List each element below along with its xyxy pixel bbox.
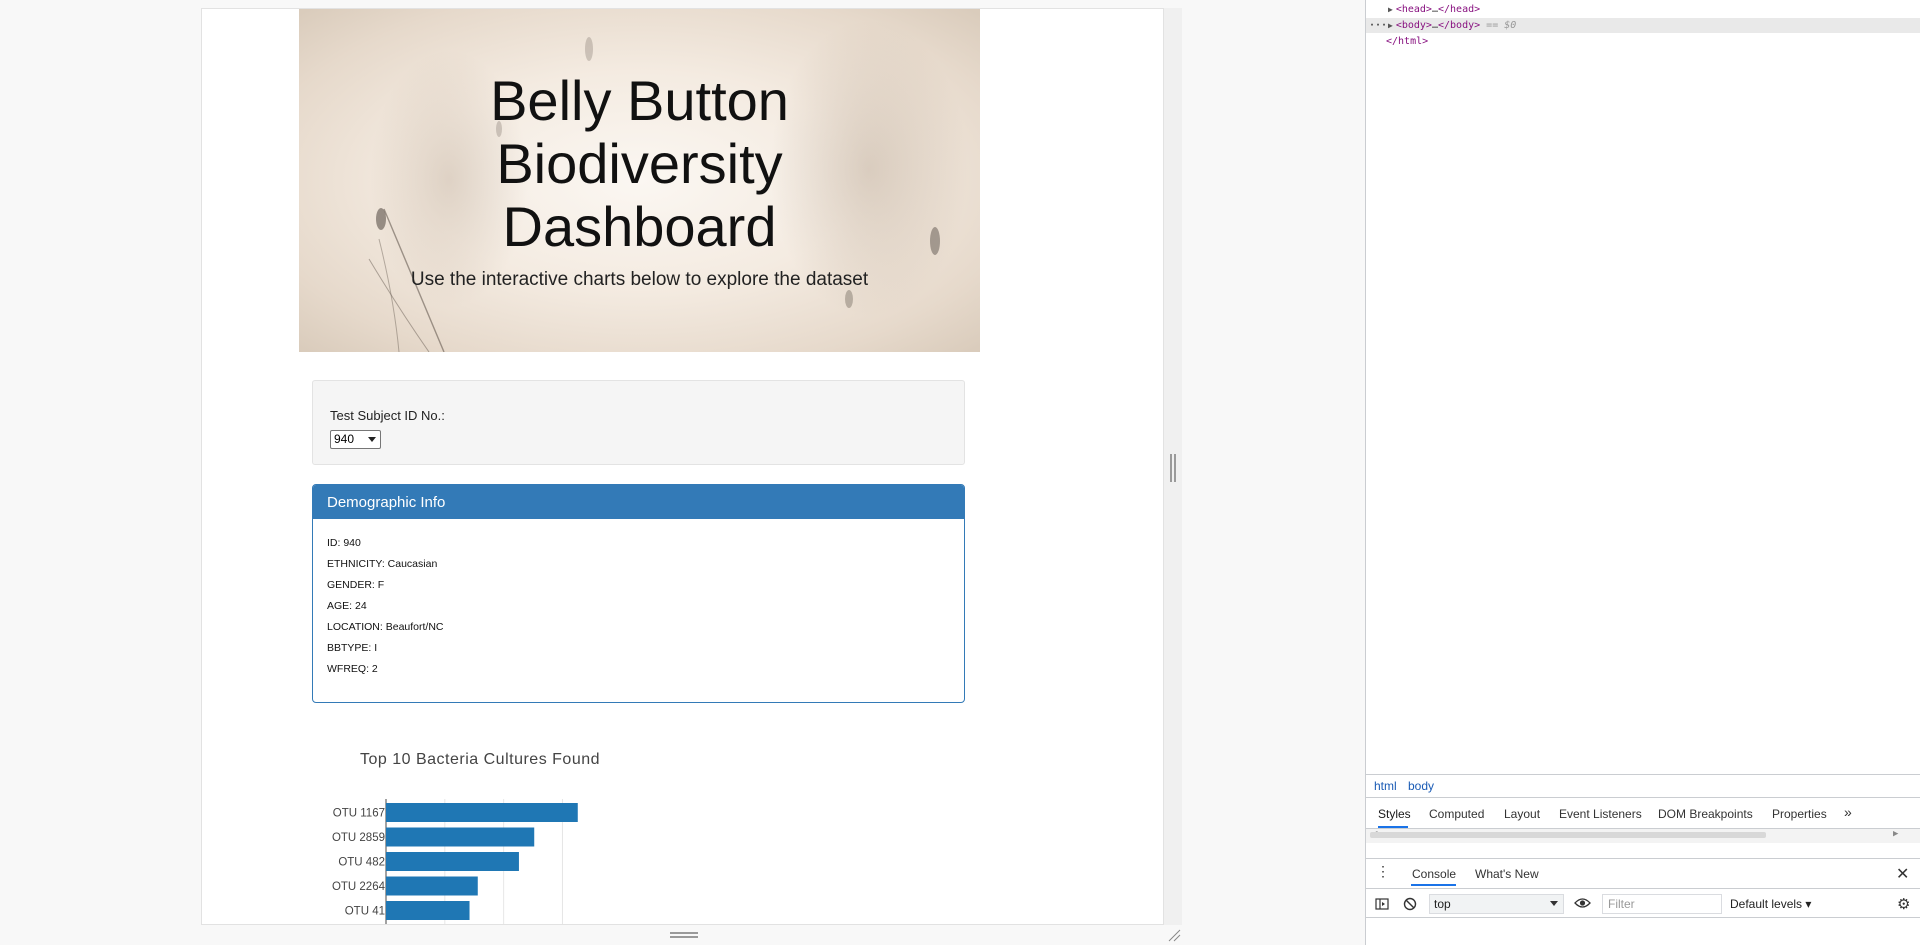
dom-tag-open: <body>: [1395, 20, 1432, 31]
scrollbar-thumb[interactable]: [1370, 832, 1766, 838]
subject-id-select[interactable]: 940: [330, 430, 381, 449]
demographic-row: ETHNICITY: Caucasian: [327, 558, 438, 570]
tab-console[interactable]: Console: [1412, 867, 1456, 881]
viewport-frame: Belly Button Biodiversity Dashboard Use …: [201, 8, 1164, 925]
demographic-panel-heading: Demographic Info: [313, 485, 964, 519]
dom-tag-open: <head>: [1395, 4, 1432, 15]
jumbotron-header: Belly Button Biodiversity Dashboard Use …: [299, 9, 980, 352]
chart-tick-label: OTU 41: [345, 906, 385, 918]
chart-bar[interactable]: [386, 852, 519, 871]
expand-triangle-icon[interactable]: ▶: [1388, 5, 1393, 14]
close-drawer-icon[interactable]: ✕: [1896, 864, 1909, 884]
live-expression-eye-icon[interactable]: [1574, 896, 1591, 910]
demographic-row: WFREQ: 2: [327, 663, 378, 675]
page-title: Belly Button Biodiversity Dashboard: [299, 69, 980, 258]
drawer-tab-bar: ⋮ Console What's New ✕: [1366, 858, 1920, 886]
styles-horizontal-scrollbar[interactable]: ◀ ▶: [1366, 829, 1920, 843]
page-title-line: Belly Button: [490, 69, 789, 132]
tab-dom-breakpoints[interactable]: DOM Breakpoints: [1658, 807, 1753, 821]
demographic-panel: Demographic Info ID: 940 ETHNICITY: Cauc…: [312, 484, 965, 703]
tab-event-listeners[interactable]: Event Listeners: [1559, 807, 1642, 821]
clear-console-icon[interactable]: [1403, 897, 1417, 911]
bar-chart[interactable]: OTU 1167 OTU 2859 OTU 482 OTU 2264 OTU 41: [302, 799, 702, 925]
dom-breadcrumb: html body: [1366, 774, 1920, 796]
tab-computed[interactable]: Computed: [1429, 807, 1484, 821]
subject-id-selected-value: 940: [334, 432, 355, 446]
chart-bar[interactable]: [386, 803, 578, 822]
dom-tag-close: </head>: [1437, 4, 1481, 15]
demographic-row: BBTYPE: I: [327, 642, 378, 654]
context-selector[interactable]: top: [1429, 894, 1564, 914]
drawer-menu-icon[interactable]: ⋮: [1376, 863, 1391, 880]
console-toolbar: top Filter Default levels ▾ ⚙: [1366, 888, 1920, 918]
sidebar-toggle-icon[interactable]: [1375, 897, 1389, 911]
dom-node-head[interactable]: ▶ <head>…</head>: [1366, 2, 1920, 17]
chart-bar[interactable]: [386, 901, 470, 920]
more-tabs-icon[interactable]: »: [1844, 804, 1852, 820]
expand-triangle-icon[interactable]: ▶: [1388, 21, 1393, 30]
devtools-subpanel-tabs: Styles Computed Layout Event Listeners D…: [1366, 797, 1920, 829]
dom-selected-marker: == $0: [1486, 20, 1517, 31]
viewport-resize-handle-bottom[interactable]: [670, 932, 698, 938]
chart-title: Top 10 Bacteria Cultures Found: [360, 751, 601, 768]
console-filter-input[interactable]: Filter: [1602, 894, 1722, 914]
chart-tick-label: OTU 1167: [333, 808, 385, 820]
chevron-down-icon: [368, 437, 376, 442]
demographic-row: LOCATION: Beaufort/NC: [327, 621, 444, 633]
devtools-panel: ▶ <head>…</head> ··· ▶ <body>…</body> == $…: [1365, 0, 1920, 945]
chart-bar[interactable]: [386, 876, 478, 896]
page-title-line: Biodiversity: [496, 132, 783, 195]
chart-bar[interactable]: [386, 827, 535, 847]
tab-layout[interactable]: Layout: [1504, 807, 1540, 821]
tab-properties[interactable]: Properties: [1772, 807, 1827, 821]
subject-select-well: Test Subject ID No.: 940: [312, 380, 965, 465]
dom-tag-close: </html>: [1386, 36, 1429, 47]
demographic-panel-body: ID: 940 ETHNICITY: Caucasian GENDER: F A…: [313, 519, 964, 694]
demographic-row: AGE: 24: [327, 600, 367, 612]
context-selector-value: top: [1434, 897, 1451, 911]
chevron-down-icon: [1550, 901, 1558, 906]
dom-node-body[interactable]: ··· ▶ <body>…</body> == $0: [1366, 18, 1920, 33]
dom-tag-close: </body>: [1437, 20, 1481, 31]
subject-select-label: Test Subject ID No.:: [330, 408, 445, 423]
scroll-right-icon[interactable]: ▶: [1893, 829, 1898, 839]
more-options-icon[interactable]: ···: [1369, 18, 1387, 33]
page-title-line: Dashboard: [502, 195, 777, 258]
active-tab-indicator: [1378, 826, 1408, 828]
page-subtitle: Use the interactive charts below to expl…: [410, 269, 869, 290]
demographic-row: ID: 940: [327, 537, 361, 549]
console-prompt[interactable]: [1366, 918, 1920, 945]
demographic-row: GENDER: F: [327, 579, 385, 591]
viewport-resize-corner-icon[interactable]: [1167, 928, 1181, 942]
tab-whats-new[interactable]: What's New: [1475, 867, 1539, 881]
dom-node-html-close[interactable]: </html>: [1366, 34, 1920, 49]
log-levels-dropdown[interactable]: Default levels ▾: [1730, 897, 1811, 911]
chart-tick-label: OTU 482: [338, 857, 385, 869]
chart-tick-label: OTU 2264: [332, 881, 386, 893]
breadcrumb-item-body[interactable]: body: [1408, 779, 1434, 793]
gear-icon[interactable]: ⚙: [1897, 895, 1910, 913]
breadcrumb-item-html[interactable]: html: [1374, 779, 1397, 793]
tab-styles[interactable]: Styles: [1378, 807, 1411, 821]
viewport-resize-handle-right[interactable]: [1170, 454, 1176, 482]
chart-tick-label: OTU 2859: [332, 832, 385, 844]
active-drawer-tab-indicator: [1411, 884, 1456, 886]
